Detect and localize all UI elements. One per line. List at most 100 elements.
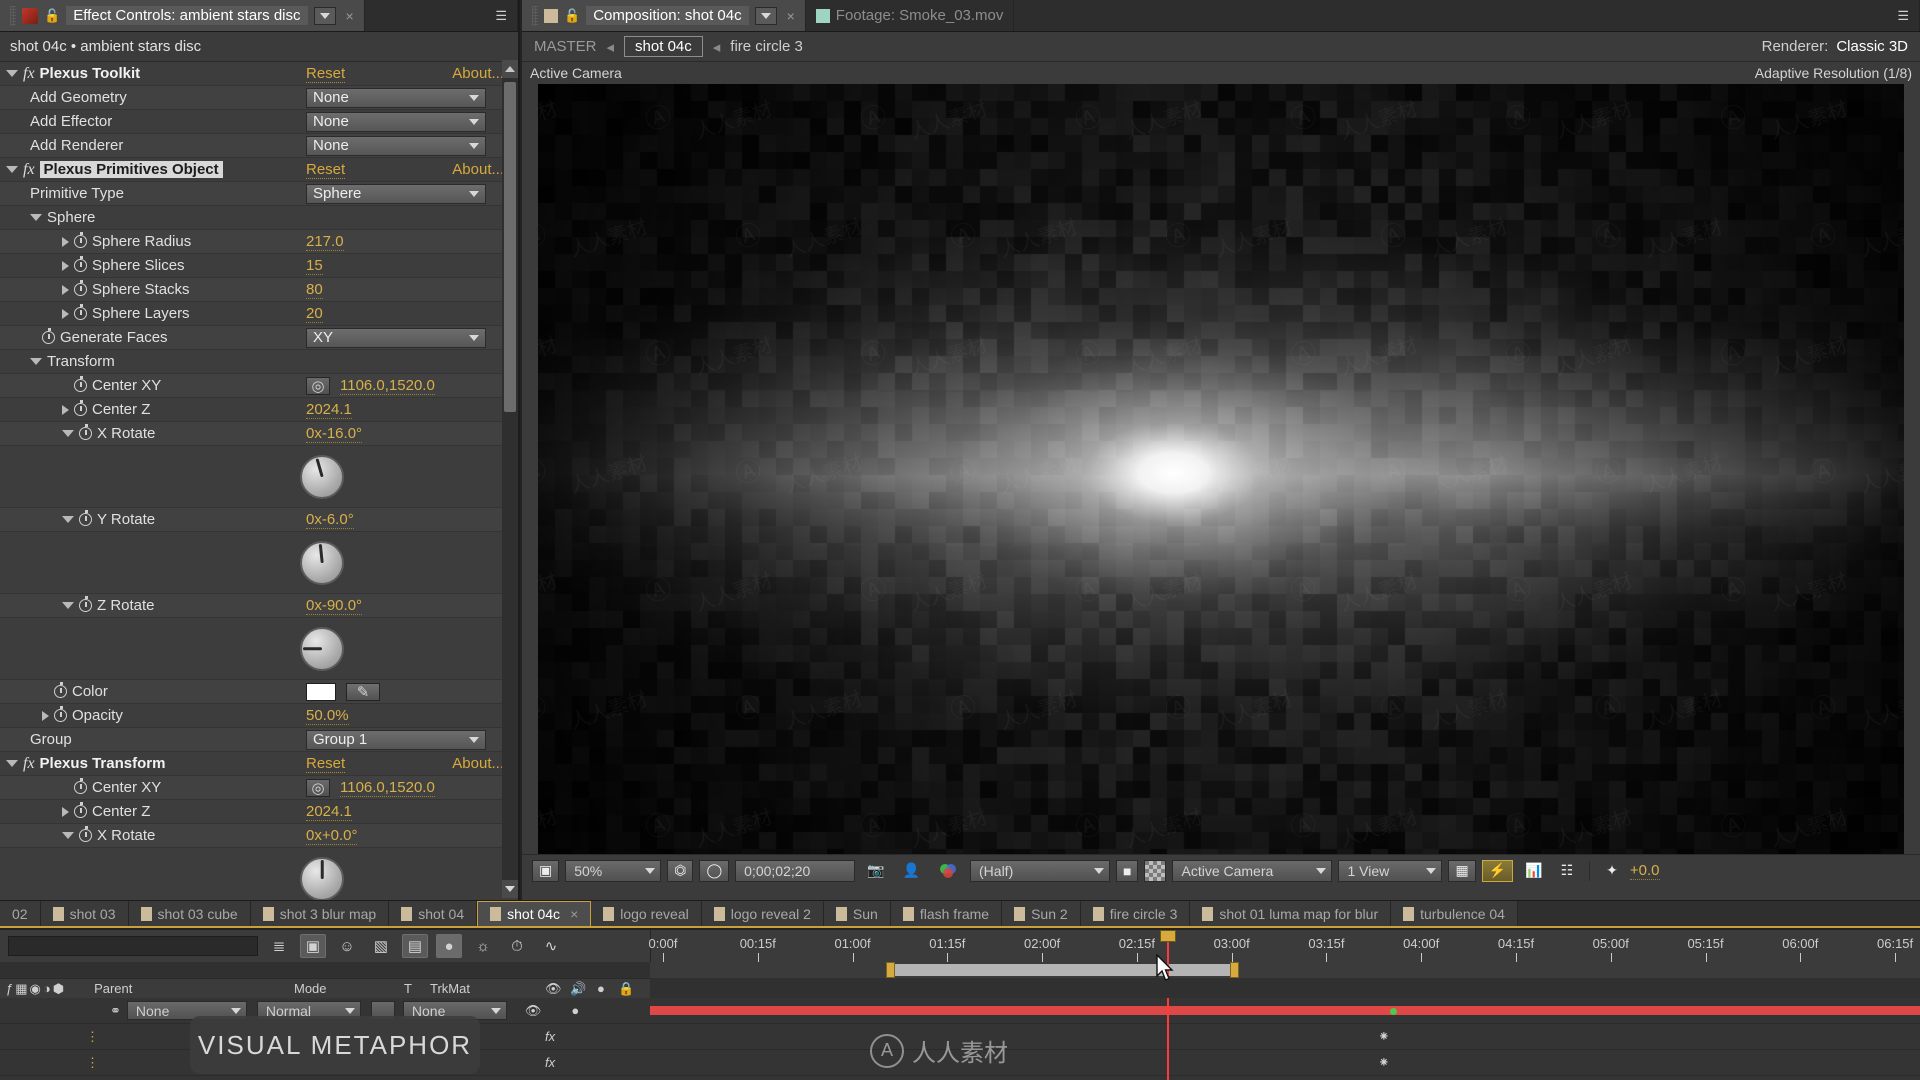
comp-tab-shot-01-luma-map-for-blur[interactable]: shot 01 luma map for blur bbox=[1190, 901, 1392, 926]
comp-tab-sun[interactable]: Sun bbox=[823, 901, 891, 926]
eye-icon[interactable]: 👁 bbox=[545, 981, 562, 997]
renderer-value[interactable]: Classic 3D bbox=[1836, 38, 1908, 55]
param-primitive-type[interactable]: Primitive Type Sphere bbox=[0, 182, 518, 206]
timeline-graph-icon[interactable]: 📊 bbox=[1519, 860, 1548, 882]
add-renderer-select[interactable]: None bbox=[306, 135, 486, 156]
point-picker-icon[interactable]: ◎ bbox=[306, 376, 330, 395]
curves-icon[interactable]: ∿ bbox=[538, 934, 564, 958]
disclosure-triangle-icon[interactable] bbox=[62, 516, 74, 523]
fx-badge-icon[interactable]: fx bbox=[545, 1055, 555, 1070]
param-sphere-layers[interactable]: Sphere Layers 20 bbox=[0, 302, 518, 326]
param-add-effector[interactable]: Add Effector None bbox=[0, 110, 518, 134]
disclosure-triangle-icon[interactable] bbox=[42, 710, 49, 721]
keyframe-icon[interactable]: ⁕ bbox=[1378, 1054, 1390, 1071]
disclosure-triangle-icon[interactable] bbox=[6, 70, 18, 77]
param-add-renderer[interactable]: Add Renderer None bbox=[0, 134, 518, 158]
disclosure-triangle-icon[interactable] bbox=[6, 166, 18, 173]
comp-tab-flash-frame[interactable]: flash frame bbox=[890, 901, 1003, 926]
layer-expand-dots-icon[interactable]: ⋮ bbox=[86, 1029, 101, 1045]
param-value[interactable]: 2024.1 bbox=[306, 401, 352, 419]
keyframe-icon[interactable]: ⁕ bbox=[1378, 1028, 1390, 1045]
add-geometry-select[interactable]: None bbox=[306, 87, 486, 108]
param-sphere-stacks[interactable]: Sphere Stacks 80 bbox=[0, 278, 518, 302]
stopwatch-icon[interactable] bbox=[79, 510, 92, 526]
param-group-sphere[interactable]: Sphere bbox=[0, 206, 518, 230]
param-value[interactable]: 217.0 bbox=[306, 233, 344, 251]
work-area-end-handle[interactable] bbox=[1230, 962, 1239, 978]
comp-flowchart-icon[interactable]: ☷ bbox=[1555, 860, 1580, 882]
point-picker-icon[interactable]: ◎ bbox=[306, 778, 330, 797]
param-value[interactable]: 1106.0,1520.0 bbox=[340, 377, 435, 395]
disclosure-triangle-icon[interactable] bbox=[62, 832, 74, 839]
brainstorm-icon[interactable]: ☼ bbox=[470, 934, 496, 958]
disclosure-triangle-icon[interactable] bbox=[30, 214, 42, 221]
param-color[interactable]: Color ✎ bbox=[0, 680, 518, 704]
exposure-value[interactable]: +0.0 bbox=[1629, 862, 1660, 880]
color-swatch[interactable] bbox=[306, 682, 336, 701]
stopwatch-icon[interactable] bbox=[74, 802, 87, 818]
show-snapshot-icon[interactable]: 👤 bbox=[897, 860, 926, 882]
composition-canvas[interactable]: 人人素材Ⓐ人人素材Ⓐ人人素材Ⓐ人人素材Ⓐ人人素材Ⓐ人人素材Ⓐ人人素材Ⓐ人人素材Ⓐ… bbox=[538, 84, 1904, 854]
param-opacity[interactable]: Opacity 50.0% bbox=[0, 704, 518, 728]
scroll-down-icon[interactable] bbox=[502, 880, 518, 898]
effect-controls-scrollbar[interactable] bbox=[502, 60, 518, 898]
timeline-ruler[interactable]: 0:00f 00:15f 01:00f 01:15f 02:00f 02:15f 03:00… bbox=[649, 930, 1920, 962]
comp-tab-shot-3-blur-map[interactable]: shot 3 blur map bbox=[250, 901, 390, 926]
camera-select[interactable]: Active Camera bbox=[1172, 859, 1333, 882]
motion-blur-icon[interactable]: ▤ bbox=[402, 934, 428, 958]
breadcrumb-master[interactable]: MASTER bbox=[534, 38, 597, 55]
close-icon[interactable]: × bbox=[346, 8, 354, 24]
tab-footage[interactable]: Footage: Smoke_03.mov bbox=[805, 0, 1015, 31]
panel-menu-icon[interactable] bbox=[754, 6, 777, 25]
close-icon[interactable]: × bbox=[570, 906, 578, 922]
disclosure-triangle-icon[interactable] bbox=[62, 430, 74, 437]
about-link[interactable]: About... bbox=[452, 755, 504, 772]
comp-tab-logo-reveal[interactable]: logo reveal bbox=[591, 901, 702, 926]
param-value[interactable]: 1106.0,1520.0 bbox=[340, 779, 435, 797]
composition-panel-menu[interactable]: ☰ bbox=[1014, 0, 1920, 31]
lock-icon[interactable]: 🔓 bbox=[44, 8, 60, 24]
param-group[interactable]: Group Group 1 bbox=[0, 728, 518, 752]
comp-tab-shot-04c[interactable]: shot 04c × bbox=[477, 901, 592, 926]
search-input[interactable] bbox=[8, 936, 258, 956]
param-value[interactable]: 0x+0.0° bbox=[306, 827, 358, 845]
angle-dial[interactable] bbox=[300, 454, 344, 499]
param-value[interactable]: 2024.1 bbox=[306, 803, 352, 821]
stopwatch-icon[interactable] bbox=[79, 826, 92, 842]
param-group-transform[interactable]: Transform bbox=[0, 350, 518, 374]
param-value[interactable]: 0x-6.0° bbox=[306, 511, 354, 529]
exposure-icon[interactable]: ✦ bbox=[1600, 860, 1624, 882]
disclosure-triangle-icon[interactable] bbox=[62, 404, 69, 415]
audio-icon[interactable]: 🔊 bbox=[570, 981, 586, 997]
disclosure-triangle-icon[interactable] bbox=[62, 260, 69, 271]
draft-3d-icon[interactable]: ▣ bbox=[300, 934, 326, 958]
cti-handle[interactable] bbox=[1160, 930, 1176, 942]
disclosure-triangle-icon[interactable] bbox=[62, 236, 69, 247]
param-value[interactable]: 50.0% bbox=[306, 707, 349, 725]
lock-icon[interactable]: 🔒 bbox=[618, 981, 634, 997]
eye-icon[interactable]: 👁 bbox=[525, 1003, 542, 1019]
reset-link[interactable]: Reset bbox=[306, 65, 346, 83]
primitive-type-select[interactable]: Sphere bbox=[306, 183, 486, 204]
effect-header-plexus-primitives-object[interactable]: fx Plexus Primitives Object Reset About... bbox=[0, 158, 518, 182]
dial-y-rotate[interactable] bbox=[0, 532, 518, 594]
add-effector-select[interactable]: None bbox=[306, 111, 486, 132]
parent-pickwhip-icon[interactable]: ⚭ bbox=[110, 1003, 121, 1019]
param-center-xy[interactable]: Center XY ◎ 1106.0,1520.0 bbox=[0, 776, 518, 800]
param-sphere-slices[interactable]: Sphere Slices 15 bbox=[0, 254, 518, 278]
breadcrumb-layer[interactable]: fire circle 3 bbox=[730, 38, 803, 55]
angle-dial[interactable] bbox=[300, 540, 344, 585]
effect-header-plexus-transform[interactable]: fx Plexus Transform Reset About... bbox=[0, 752, 518, 776]
effect-controls-panel-menu[interactable]: ☰ bbox=[364, 0, 518, 31]
zoom-select[interactable]: 50% bbox=[565, 859, 662, 882]
stopwatch-icon[interactable] bbox=[74, 376, 87, 392]
stopwatch-icon[interactable] bbox=[79, 596, 92, 612]
disclosure-triangle-icon[interactable] bbox=[30, 358, 42, 365]
effect-header-plexus-toolkit[interactable]: fx Plexus Toolkit Reset About... bbox=[0, 62, 518, 86]
comp-tab-02[interactable]: 02 bbox=[0, 901, 41, 926]
graph-editor-icon[interactable]: ● bbox=[436, 934, 462, 958]
angle-dial[interactable] bbox=[300, 626, 344, 671]
param-value[interactable]: 0x-90.0° bbox=[306, 597, 363, 615]
stopwatch-icon[interactable] bbox=[79, 424, 92, 440]
channel-rgb-icon[interactable] bbox=[932, 860, 964, 882]
